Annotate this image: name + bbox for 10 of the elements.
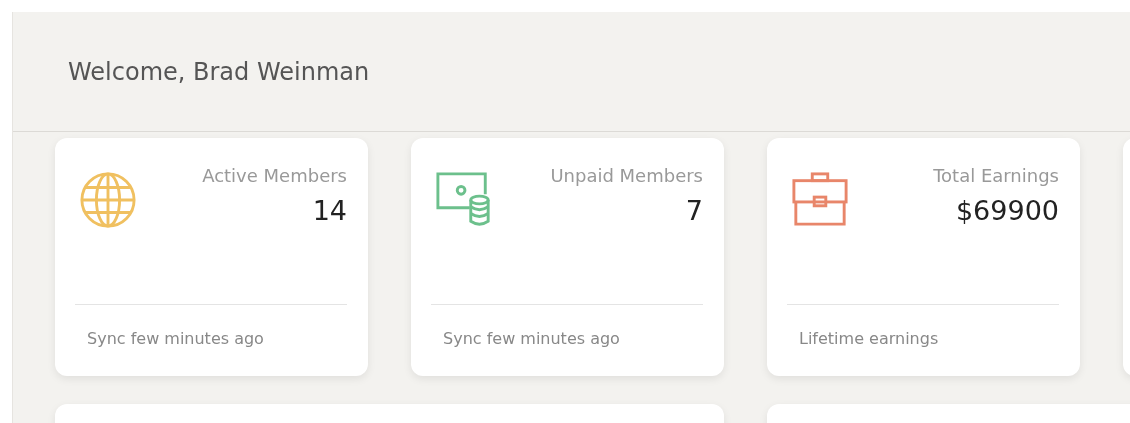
- stat-value: 14: [311, 195, 347, 226]
- welcome-title: Welcome, Brad Weinman: [68, 57, 370, 86]
- stat-label: Unpaid Members: [549, 164, 703, 188]
- stat-footer: Sync few minutes ago: [431, 305, 703, 348]
- stat-label: Total Earnings: [932, 164, 1059, 188]
- stat-footer: Lifetime earnings: [787, 305, 1059, 348]
- stat-label: Active Members: [201, 164, 347, 188]
- stat-value: $69900: [954, 195, 1059, 226]
- stat-footer: Sync few minutes ago: [75, 305, 347, 348]
- stat-value: 7: [684, 195, 703, 226]
